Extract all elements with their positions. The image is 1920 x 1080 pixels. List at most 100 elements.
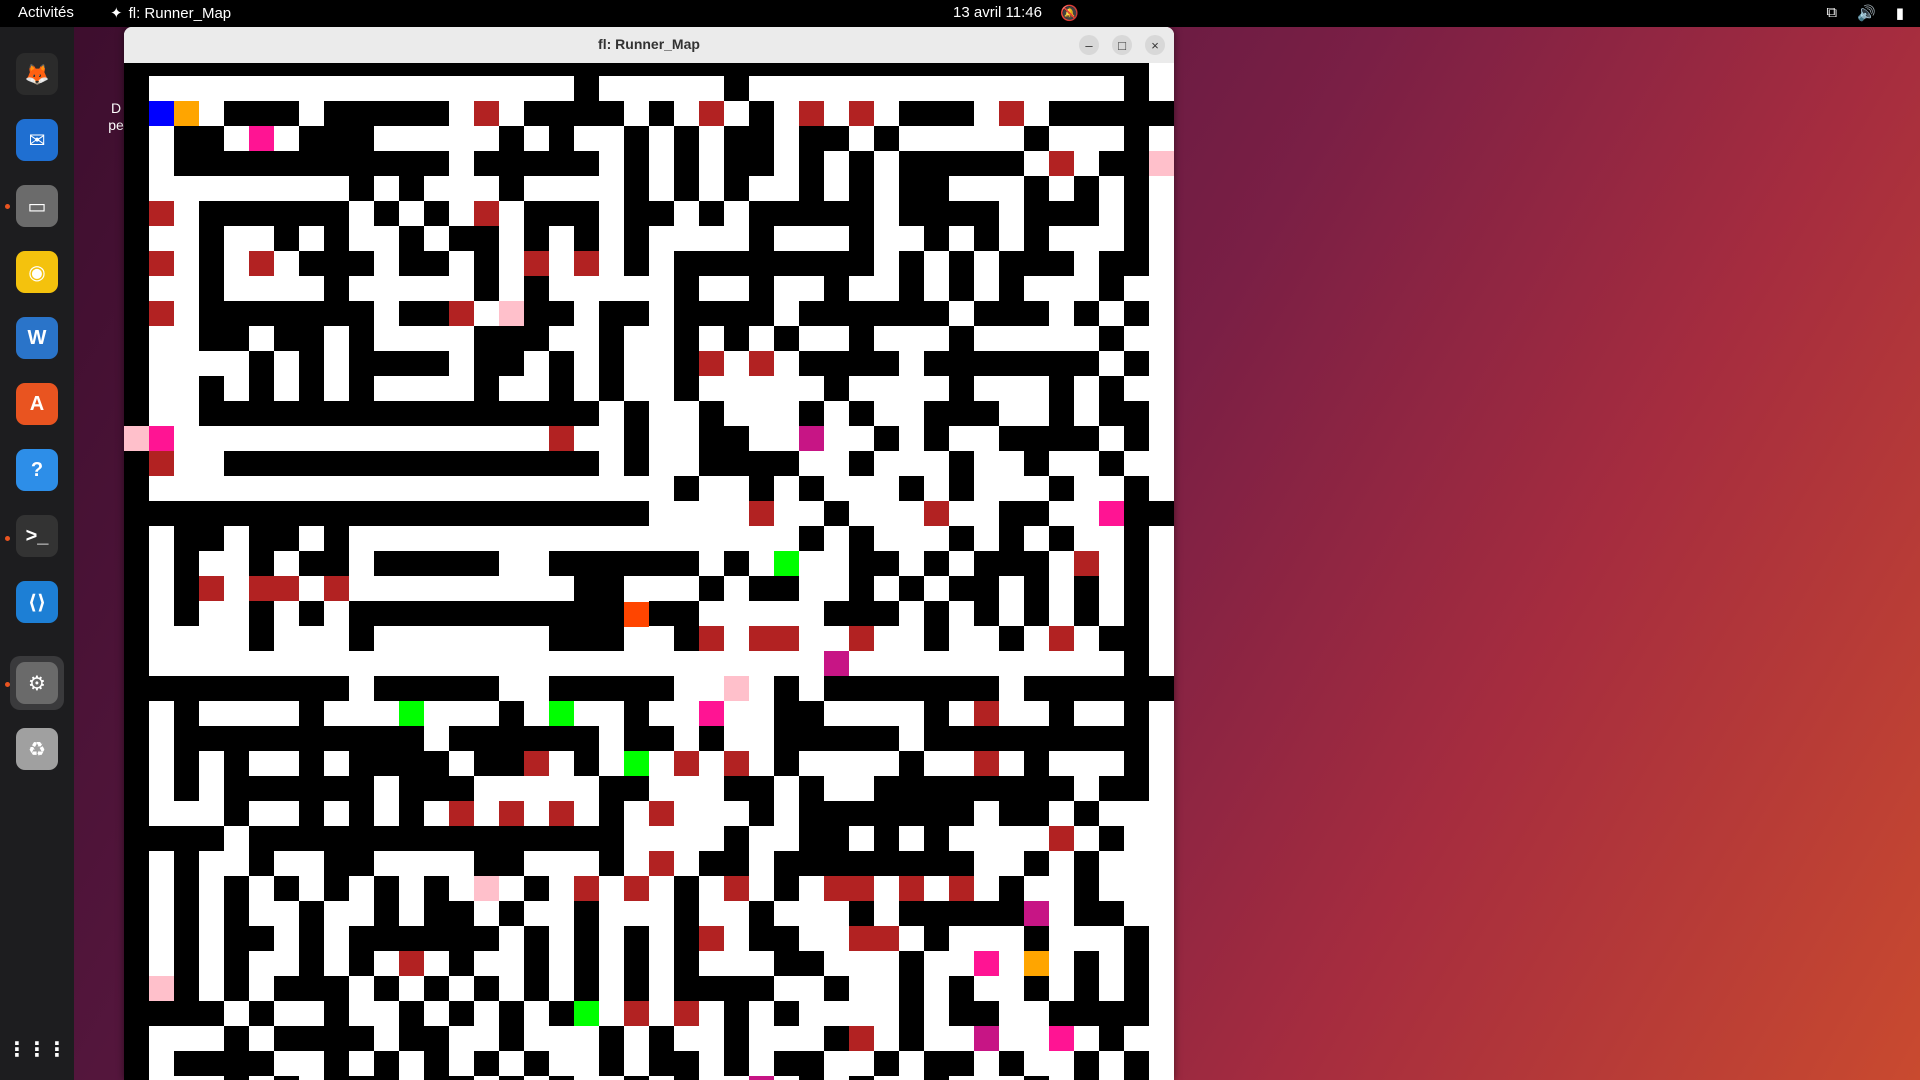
maze-cell-wall (949, 851, 974, 876)
maze-cell-wall (424, 301, 449, 326)
maze-cell-wall (499, 826, 524, 851)
firefox-icon[interactable]: 🦊 (10, 47, 64, 101)
maze-cell-wall (1024, 226, 1049, 251)
maze-cell-magenta (1024, 901, 1049, 926)
maze-cell-wall (124, 826, 149, 851)
rhythmbox-icon[interactable]: ◉ (10, 245, 64, 299)
app-grid-icon[interactable]: ⋮⋮⋮ (7, 1022, 67, 1076)
maze-cell-wall (899, 1001, 924, 1026)
files-icon[interactable]: ▭ (10, 179, 64, 233)
maze-canvas[interactable] (124, 63, 1174, 1080)
maze-cell-wall (724, 776, 749, 801)
volume-icon[interactable]: 🔊 (1857, 4, 1876, 22)
maze-cell-wall (949, 676, 974, 701)
maze-cell-wall (899, 901, 924, 926)
minimize-button[interactable]: – (1079, 35, 1099, 55)
maze-cell-wall (249, 676, 274, 701)
battery-icon[interactable]: ▮ (1896, 4, 1904, 22)
maze-cell-wall (324, 876, 349, 901)
maze-cell-wall (224, 976, 249, 1001)
maze-cell-wall (224, 1076, 249, 1080)
maze-cell-wall (474, 251, 499, 276)
maze-cell-wall (974, 1001, 999, 1026)
maze-cell-wall (1049, 201, 1074, 226)
maze-cell-wall (174, 126, 199, 151)
notifications-muted-icon[interactable]: 🔕 (1060, 4, 1079, 22)
activities-button[interactable]: Activités (18, 4, 74, 21)
maze-cell-wall (549, 1001, 574, 1026)
maze-cell-wall (974, 901, 999, 926)
maze-cell-wall (624, 126, 649, 151)
maze-cell-wall (374, 976, 399, 1001)
maze-cell-wall (374, 676, 399, 701)
system-tray[interactable]: ⧉ 🔊 ▮ (1826, 4, 1904, 22)
maze-cell-wall (849, 251, 874, 276)
network-icon[interactable]: ⧉ (1826, 4, 1837, 22)
trash-icon[interactable]: ♻ (10, 722, 64, 776)
maze-cell-wall (999, 901, 1024, 926)
maze-cell-wall (324, 826, 349, 851)
vscode-icon[interactable]: ⟨⟩ (10, 575, 64, 629)
maze-cell-wall (374, 551, 399, 576)
clock[interactable]: 13 avril 11:46 (953, 4, 1042, 21)
maze-cell-wall (349, 826, 374, 851)
software-store-icon[interactable]: A (10, 377, 64, 431)
focused-app-menu[interactable]: ✦ fl: Runner_Map (110, 4, 231, 23)
maze-cell-wall (1024, 926, 1049, 951)
maze-cell-hotpink (1049, 1026, 1074, 1051)
maze-cell-wall (199, 401, 224, 426)
maze-cell-red (474, 101, 499, 126)
maze-cell-wall (899, 176, 924, 201)
maze-cell-red (699, 101, 724, 126)
settings-icon[interactable]: ⚙ (10, 656, 64, 710)
maze-cell-wall (124, 301, 149, 326)
maze-cell-wall (174, 726, 199, 751)
help-icon-glyph: ? (16, 449, 58, 491)
dock: 🦊 ✉ ▭ ◉ W A? >_ ⟨⟩ ⚙ ♻ ⋮⋮⋮ (0, 27, 74, 1080)
window-titlebar[interactable]: fl: Runner_Map – □ × (124, 27, 1174, 64)
maze-cell-wall (999, 526, 1024, 551)
desktop-item-label[interactable]: D pe (106, 100, 126, 134)
maze-cell-wall (249, 451, 274, 476)
maze-cell-wall (474, 726, 499, 751)
maze-cell-wall (724, 301, 749, 326)
maze-cell-wall (874, 726, 899, 751)
libreoffice-writer-icon[interactable]: W (10, 311, 64, 365)
maze-cell-wall (674, 1076, 699, 1080)
maze-cell-green (399, 701, 424, 726)
maze-cell-wall (1024, 201, 1049, 226)
maze-cell-wall (949, 476, 974, 501)
maze-cell-wall (199, 826, 224, 851)
maze-cell-wall (799, 476, 824, 501)
maze-cell-wall (724, 826, 749, 851)
maze-cell-wall (549, 126, 574, 151)
maze-cell-wall (574, 501, 599, 526)
maze-cell-wall (874, 826, 899, 851)
close-button[interactable]: × (1145, 35, 1165, 55)
maze-cell-wall (249, 1001, 274, 1026)
thunderbird-icon[interactable]: ✉ (10, 113, 64, 167)
terminal-icon[interactable]: >_ (10, 509, 64, 563)
maze-cell-wall (674, 476, 699, 501)
maze-cell-red (949, 876, 974, 901)
maze-cell-wall (299, 951, 324, 976)
maze-cell-wall (324, 251, 349, 276)
maze-cell-wall (474, 751, 499, 776)
maze-cell-wall (1024, 551, 1049, 576)
maze-cell-wall (974, 301, 999, 326)
maze-cell-wall (974, 676, 999, 701)
maze-cell-wall (324, 201, 349, 226)
maze-cell-red (849, 626, 874, 651)
maze-cell-wall (924, 601, 949, 626)
maze-cell-pink (124, 426, 149, 451)
maze-cell-red (249, 251, 274, 276)
maze-cell-wall (1124, 551, 1149, 576)
maze-cell-wall (1024, 676, 1049, 701)
maze-cell-wall (199, 63, 224, 76)
maze-cell-wall (899, 751, 924, 776)
maximize-button[interactable]: □ (1112, 35, 1132, 55)
maze-cell-wall (574, 751, 599, 776)
help-icon[interactable]: ? (10, 443, 64, 497)
maze-cell-pink (1149, 151, 1174, 176)
maze-cell-wall (499, 326, 524, 351)
